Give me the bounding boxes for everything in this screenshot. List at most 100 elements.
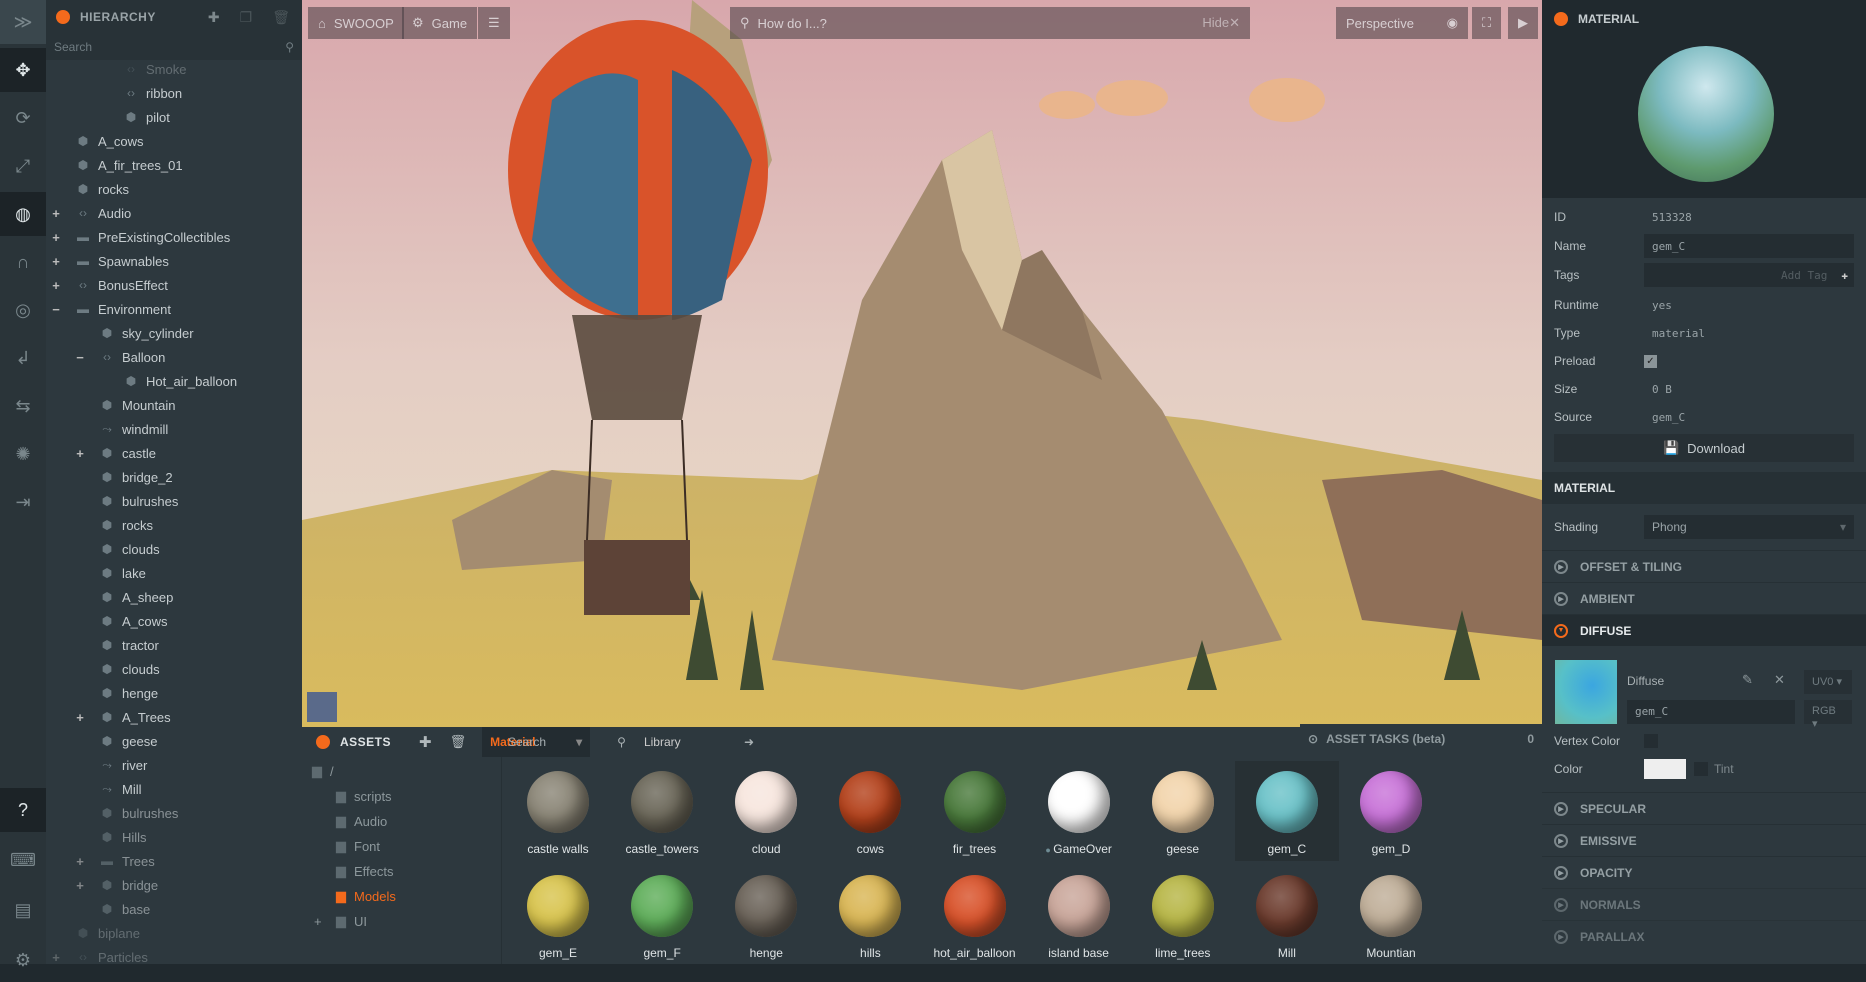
- folder-item[interactable]: ▆ Font: [336, 838, 380, 854]
- hierarchy-item[interactable]: + ‹› Particles: [52, 945, 148, 965]
- expand-icon[interactable]: +: [50, 254, 62, 269]
- help-search[interactable]: ⚲ How do I...? Hide✕: [730, 7, 1250, 39]
- export-icon[interactable]: ⇥: [0, 480, 46, 524]
- user-avatar[interactable]: [307, 692, 337, 722]
- section-specular[interactable]: ▶ SPECULAR: [1542, 792, 1866, 824]
- light-icon[interactable]: ✺: [0, 432, 46, 476]
- asset-item[interactable]: gem_D: [1339, 761, 1443, 861]
- expand-icon[interactable]: +: [314, 914, 322, 929]
- folder-item[interactable]: ▆ Audio: [336, 813, 387, 829]
- expand-icon[interactable]: +: [50, 950, 62, 965]
- hierarchy-item[interactable]: ⬢ rocks: [76, 177, 129, 201]
- hierarchy-item[interactable]: − ▬ Environment: [52, 297, 171, 321]
- section-parallax[interactable]: ▶ PARALLAX: [1542, 920, 1866, 952]
- hierarchy-item[interactable]: ⬢ Mountain: [100, 393, 176, 417]
- expand-icon[interactable]: +: [74, 710, 86, 725]
- asset-item[interactable]: castle_towers: [610, 761, 714, 861]
- collapse-icon[interactable]: [56, 10, 70, 24]
- scale-icon[interactable]: ⤢: [0, 144, 46, 188]
- asset-item[interactable]: lime_trees: [1131, 865, 1235, 965]
- folder-item[interactable]: + ▆ UI: [314, 913, 367, 929]
- menu-button[interactable]: ☰: [478, 7, 510, 39]
- section-opacity[interactable]: ▶ OPACITY: [1542, 856, 1866, 888]
- vertex-color-checkbox[interactable]: [1644, 734, 1658, 748]
- undo-icon[interactable]: ↲: [0, 336, 46, 380]
- section-offset-tiling[interactable]: ▶ OFFSET & TILING: [1542, 550, 1866, 582]
- rotate-icon[interactable]: ⟳: [0, 96, 46, 140]
- hierarchy-item[interactable]: ⬢ bulrushes: [100, 489, 179, 513]
- translate-icon[interactable]: ✥: [0, 48, 46, 92]
- hierarchy-item[interactable]: ⬢ bridge_2: [100, 465, 173, 489]
- hierarchy-item[interactable]: ⬢ A_fir_trees_01: [76, 153, 183, 177]
- hierarchy-item[interactable]: + ⬢ A_Trees: [76, 705, 170, 729]
- asset-item[interactable]: hills: [818, 865, 922, 965]
- hierarchy-item[interactable]: ⤳ windmill: [100, 417, 168, 441]
- close-icon[interactable]: ✕: [1774, 672, 1785, 688]
- tint-checkbox[interactable]: [1694, 762, 1708, 776]
- hierarchy-item[interactable]: ⬢ clouds: [100, 657, 160, 681]
- asset-item[interactable]: cows: [818, 761, 922, 861]
- asset-item[interactable]: cloud: [714, 761, 818, 861]
- hierarchy-item[interactable]: + ⬢ castle: [76, 441, 156, 465]
- hierarchy-item[interactable]: ⬢ rocks: [100, 513, 153, 537]
- folder-item[interactable]: ▆ Effects: [336, 863, 394, 879]
- settings-icon[interactable]: ⚙: [0, 938, 46, 982]
- color-swatch[interactable]: [1644, 759, 1686, 779]
- section-emissive[interactable]: ▶ EMISSIVE: [1542, 824, 1866, 856]
- shading-select[interactable]: Phong ▾: [1644, 515, 1854, 539]
- hierarchy-item[interactable]: ⬢ tractor: [100, 633, 159, 657]
- viewport[interactable]: ⌂ SWOOOP ⚙ Game ☰ ⚲ How do I...? Hide✕ Persp…: [302, 0, 1542, 727]
- hierarchy-item[interactable]: ⤳ river: [100, 753, 147, 777]
- hierarchy-item[interactable]: ⬢ A_cows: [76, 129, 144, 153]
- hierarchy-item[interactable]: ⬢ Hot_air_balloon: [124, 369, 237, 393]
- diffuse-texture-field[interactable]: gem_C: [1627, 700, 1795, 724]
- hierarchy-item[interactable]: + ▬ Spawnables: [52, 249, 169, 273]
- asset-item[interactable]: fir_trees: [923, 761, 1027, 861]
- hierarchy-item[interactable]: − ‹› Balloon: [76, 345, 165, 369]
- section-normals[interactable]: ▶ NORMALS: [1542, 888, 1866, 920]
- hierarchy-item[interactable]: + ‹› Audio: [52, 201, 131, 225]
- asset-item[interactable]: gem_F: [610, 865, 714, 965]
- expand-icon[interactable]: +: [50, 230, 62, 245]
- keyboard-icon[interactable]: ⌨: [0, 838, 46, 882]
- name-field[interactable]: gem_C: [1644, 234, 1854, 258]
- project-button[interactable]: ⌂ SWOOOP: [308, 7, 404, 39]
- delete-icon[interactable]: 🗑: [450, 734, 467, 750]
- logo-icon[interactable]: ≫: [0, 0, 46, 44]
- folder-item[interactable]: ▆ /: [312, 763, 334, 779]
- collapse-icon[interactable]: [316, 735, 330, 749]
- asset-item[interactable]: gem_C: [1234, 761, 1339, 861]
- expand-icon[interactable]: +: [74, 854, 86, 869]
- hierarchy-item[interactable]: ⬢ Hills: [100, 825, 147, 849]
- camera-select[interactable]: Perspective ◉: [1336, 7, 1468, 39]
- add-entity-icon[interactable]: ✚: [208, 9, 220, 26]
- download-button[interactable]: 💾 Download: [1554, 434, 1854, 462]
- hierarchy-item[interactable]: + ⬢ bridge: [76, 873, 158, 897]
- settings-button[interactable]: ⚙ Game: [402, 7, 478, 39]
- asset-item[interactable]: geese: [1131, 761, 1235, 861]
- redo-icon[interactable]: ⇆: [0, 384, 46, 428]
- channel-select[interactable]: RGB ▾: [1804, 700, 1852, 730]
- hierarchy-item[interactable]: + ▬ PreExistingCollectibles: [52, 225, 230, 249]
- hierarchy-item[interactable]: ⬢ geese: [100, 729, 158, 753]
- camera-focus-icon[interactable]: ◎: [0, 288, 46, 332]
- help-icon[interactable]: ?: [0, 788, 46, 832]
- hierarchy-item[interactable]: ⬢ henge: [100, 681, 158, 705]
- folder-item[interactable]: ▆ scripts: [336, 788, 392, 804]
- asset-item[interactable]: hot_air_balloon: [923, 865, 1027, 965]
- edit-icon[interactable]: ✎: [1742, 672, 1753, 688]
- collapse-icon[interactable]: −: [50, 302, 62, 317]
- hierarchy-item[interactable]: ⬢ sky_cylinder: [100, 321, 194, 345]
- hierarchy-item[interactable]: ⬢ A_sheep: [100, 585, 174, 609]
- tags-field[interactable]: Add Tag ✚: [1644, 263, 1854, 287]
- chat-icon[interactable]: ▤: [0, 888, 46, 932]
- hierarchy-item[interactable]: ‹› ribbon: [124, 81, 182, 105]
- uv-select[interactable]: UV0 ▾: [1804, 670, 1852, 694]
- folder-item[interactable]: ▆ Models: [336, 888, 396, 904]
- asset-tasks-header[interactable]: ⊙ ASSET TASKS (beta) 0: [1300, 724, 1542, 754]
- expand-icon[interactable]: +: [74, 878, 86, 893]
- snap-icon[interactable]: ∩: [0, 240, 46, 284]
- hierarchy-item[interactable]: ‹› Smoke: [124, 57, 186, 81]
- add-tag-icon[interactable]: ✚: [1841, 269, 1848, 282]
- add-asset-icon[interactable]: ✚: [419, 733, 432, 751]
